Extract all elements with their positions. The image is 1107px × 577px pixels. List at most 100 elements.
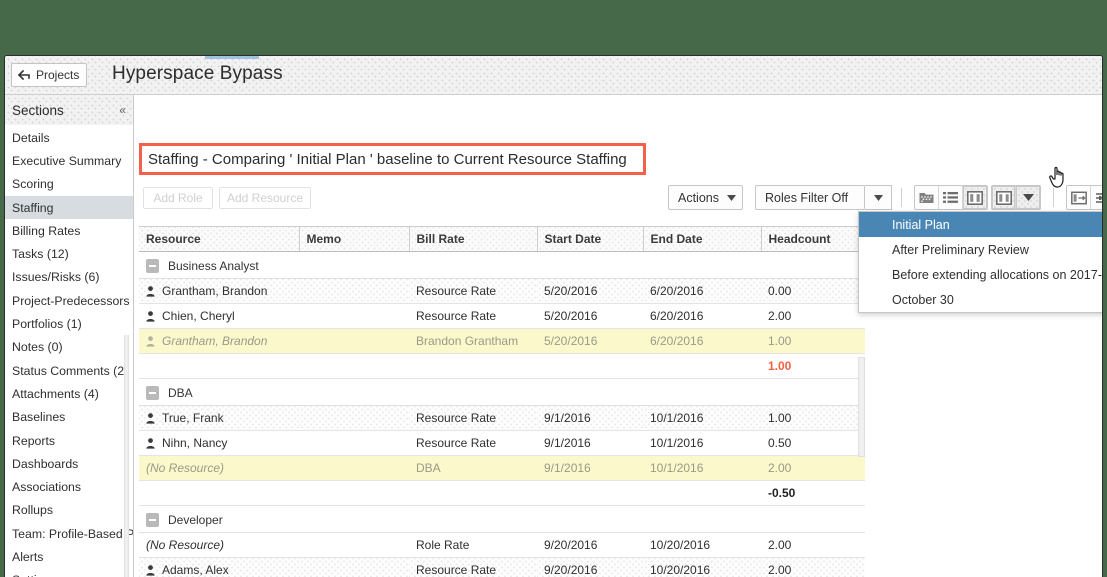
- table-row[interactable]: Nihn, Nancy Resource Rate 9/1/2016 10/1/…: [139, 430, 865, 456]
- cell-headcount-total: -0.50: [761, 480, 865, 506]
- table-group-row[interactable]: Business Analyst: [139, 251, 865, 279]
- menu-item-before-extending-allocations[interactable]: Before extending allocations on 2017-10-…: [859, 262, 1102, 287]
- screenshot-root: Projects Hyperspace Bypass Baseline view…: [0, 0, 1107, 577]
- table-row[interactable]: Grantham, Brandon Resource Rate 5/20/201…: [139, 278, 865, 304]
- menu-item-label: Initial Plan: [892, 217, 950, 232]
- folder-view-button[interactable]: [915, 186, 939, 209]
- roles-filter-dropdown-arrow[interactable]: [865, 185, 892, 210]
- sidebar-item-alerts[interactable]: Alerts: [5, 545, 133, 568]
- sliders-button[interactable]: [1091, 186, 1102, 209]
- sidebar-item-scoring[interactable]: Scoring: [5, 173, 133, 196]
- cell-resource-label: Nihn, Nancy: [162, 436, 228, 450]
- active-tab-indicator: [205, 56, 259, 59]
- column-header-bill-rate[interactable]: Bill Rate: [409, 226, 538, 252]
- sidebar-item-label: Rollups: [12, 503, 54, 518]
- actions-dropdown[interactable]: Actions: [668, 185, 743, 210]
- table-vertical-scrollbar[interactable]: [858, 357, 865, 457]
- sidebar-item-label: Settings: [12, 573, 56, 577]
- sidebar-item-reports[interactable]: Reports: [5, 429, 133, 452]
- page-title: Hyperspace Bypass: [112, 63, 283, 84]
- table-row-baseline[interactable]: Grantham, Brandon Brandon Grantham 5/20/…: [139, 328, 865, 354]
- cell-resource: Adams, Alex: [139, 557, 299, 577]
- sidebar-item-dashboards[interactable]: Dashboards: [5, 452, 133, 475]
- cell-start-date: 9/20/2016: [537, 532, 643, 558]
- sidebar-item-status-comments[interactable]: Status Comments (2): [5, 359, 133, 382]
- sidebar-item-tasks[interactable]: Tasks (12): [5, 242, 133, 265]
- list-view-button[interactable]: [939, 186, 963, 209]
- sidebar-item-label: Project-Predecessors: [12, 293, 130, 308]
- sidebar-item-team-profile-based[interactable]: Team: Profile-Based Pe…: [5, 522, 133, 545]
- cell-end-date: 10/1/2016: [643, 455, 761, 481]
- cell-headcount-total: 1.00: [761, 353, 865, 379]
- table-header-row: Resource Memo Bill Rate Start Date End D…: [139, 226, 865, 252]
- sidebar-item-label: Alerts: [12, 549, 44, 564]
- table-row[interactable]: Adams, Alex Resource Rate 9/20/2016 10/2…: [139, 557, 865, 577]
- menu-item-october-30[interactable]: October 30: [859, 287, 1102, 312]
- column-header-start-date[interactable]: Start Date: [537, 226, 644, 252]
- sidebar-item-project-predecessors[interactable]: Project-Predecessors: [5, 289, 133, 312]
- baseline-list-button[interactable]: [992, 186, 1016, 209]
- person-icon: [146, 564, 155, 576]
- cell-memo: [299, 455, 409, 481]
- layout-panel-button[interactable]: [1067, 186, 1091, 209]
- add-role-button[interactable]: Add Role: [143, 187, 213, 209]
- back-to-projects-button[interactable]: Projects: [11, 63, 87, 87]
- sidebar-item-rollups[interactable]: Rollups: [5, 499, 133, 522]
- group-cell: Developer: [139, 505, 865, 533]
- main-content: Staffing - Comparing ' Initial Plan ' ba…: [135, 95, 1102, 577]
- sidebar-item-label: Team: Profile-Based Pe…: [12, 526, 133, 541]
- table-group-row[interactable]: DBA: [139, 378, 865, 406]
- menu-item-initial-plan[interactable]: Initial Plan: [859, 212, 1102, 237]
- sidebar-item-billing-rates[interactable]: Billing Rates: [5, 219, 133, 242]
- collapse-group-icon[interactable]: [146, 386, 159, 400]
- menu-item-label: After Preliminary Review: [892, 242, 1029, 257]
- cell-resource: True, Frank: [139, 405, 299, 431]
- cell-end-date: 6/20/2016: [643, 278, 761, 304]
- table-row[interactable]: (No Resource) Role Rate 9/20/2016 10/20/…: [139, 532, 865, 558]
- app-window: Projects Hyperspace Bypass Baseline view…: [4, 55, 1103, 577]
- group-label: Developer: [168, 513, 223, 527]
- cell-headcount: 0.50: [761, 430, 865, 456]
- cell-start-date: 9/1/2016: [537, 430, 643, 456]
- sidebar-item-notes[interactable]: Notes (0): [5, 336, 133, 359]
- table-row-baseline[interactable]: (No Resource) DBA 9/1/2016 10/1/2016 2.0…: [139, 455, 865, 481]
- cell-end-date: 10/20/2016: [643, 532, 761, 558]
- sidebar-item-staffing[interactable]: Staffing: [5, 195, 133, 220]
- baseline-list-caret-button[interactable]: [1016, 186, 1040, 209]
- collapse-group-icon[interactable]: [146, 513, 159, 527]
- column-header-resource[interactable]: Resource: [139, 226, 300, 252]
- sidebar-item-label: Issues/Risks (6): [12, 270, 100, 285]
- collapse-group-icon[interactable]: [146, 259, 159, 273]
- sidebar-item-settings[interactable]: Settings: [5, 569, 133, 577]
- table-row[interactable]: True, Frank Resource Rate 9/1/2016 10/1/…: [139, 405, 865, 431]
- cell-start-date: [537, 353, 643, 379]
- chevron-down-icon: [873, 194, 883, 201]
- baseline-list-menu: Initial Plan After Preliminary Review Be…: [858, 211, 1102, 313]
- add-resource-button[interactable]: Add Resource: [219, 187, 311, 209]
- cell-resource: (No Resource): [139, 455, 299, 481]
- sidebar-item-attachments[interactable]: Attachments (4): [5, 382, 133, 405]
- section-title: Staffing - Comparing ' Initial Plan ' ba…: [148, 150, 627, 168]
- cell-start-date: [537, 480, 643, 506]
- cell-memo: [299, 557, 409, 577]
- column-header-headcount[interactable]: Headcount: [761, 226, 865, 252]
- sidebar-collapse-icon[interactable]: «: [119, 103, 126, 117]
- column-header-memo[interactable]: Memo: [299, 226, 410, 252]
- sidebar-item-issues-risks[interactable]: Issues/Risks (6): [5, 266, 133, 289]
- sidebar-scroll-track[interactable]: [124, 335, 129, 577]
- table-group-row[interactable]: Developer: [139, 505, 865, 533]
- section-title-box: Staffing - Comparing ' Initial Plan ' ba…: [139, 143, 646, 175]
- sidebar-item-associations[interactable]: Associations: [5, 475, 133, 498]
- sidebar-item-portfolios[interactable]: Portfolios (1): [5, 312, 133, 335]
- sidebar-item-label: Executive Summary: [12, 153, 122, 168]
- sidebar-item-executive-summary[interactable]: Executive Summary: [5, 149, 133, 172]
- table-row[interactable]: Chien, Cheryl Resource Rate 5/20/2016 6/…: [139, 303, 865, 329]
- roles-filter-dropdown[interactable]: Roles Filter Off: [755, 185, 865, 210]
- sidebar-item-details[interactable]: Details: [5, 126, 133, 149]
- sidebar-item-baselines[interactable]: Baselines: [5, 406, 133, 429]
- baseline-view-button[interactable]: [963, 186, 987, 209]
- menu-item-after-preliminary-review[interactable]: After Preliminary Review: [859, 237, 1102, 262]
- column-header-end-date[interactable]: End Date: [643, 226, 762, 252]
- staffing-table: Resource Memo Bill Rate Start Date End D…: [139, 226, 865, 577]
- sidebar-item-label: Scoring: [12, 177, 54, 192]
